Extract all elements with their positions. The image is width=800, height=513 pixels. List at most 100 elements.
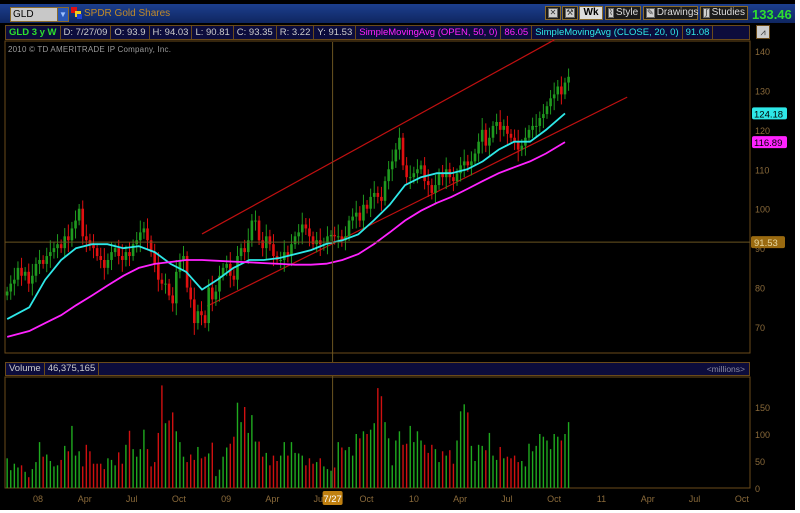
volume-bar — [211, 442, 213, 488]
candle-body — [157, 263, 160, 280]
candle-body — [358, 212, 362, 221]
candle-body — [419, 165, 423, 170]
candle-body — [121, 256, 124, 260]
volume-bar — [560, 440, 563, 488]
volume-bar — [445, 455, 447, 488]
volume-bar — [434, 449, 437, 488]
volume-bar — [276, 461, 278, 488]
volume-bar — [74, 455, 77, 488]
volume-bar — [64, 445, 66, 488]
volume-bar — [463, 404, 465, 488]
candle-body — [192, 299, 196, 324]
candle-body — [236, 256, 239, 280]
volume-bar — [405, 443, 408, 488]
date-tick-label: 09 — [221, 494, 231, 504]
volume-bar — [49, 461, 52, 488]
volume-bar — [132, 449, 134, 488]
volume-bar — [204, 456, 206, 488]
volume-bar — [71, 425, 73, 488]
volume-bar — [474, 461, 476, 488]
volume-bar — [351, 455, 354, 488]
chart-window: GLD ▼ SPDR Gold Shares ✕ ⚒ Wk ⌇ Style ✎ Dr… — [0, 0, 795, 510]
volume-bar — [373, 423, 375, 488]
candle-body — [506, 125, 509, 134]
candle-body — [408, 177, 412, 179]
volume-bar — [154, 462, 156, 488]
volume-bar — [269, 465, 271, 488]
date-tick-label: 11 — [597, 494, 606, 504]
volume-bar — [110, 459, 113, 488]
volume-bar — [89, 451, 91, 488]
volume-bar — [517, 462, 519, 488]
candle-body — [484, 129, 488, 146]
volume-bar — [294, 452, 296, 488]
candle-body — [27, 271, 31, 284]
volume-bar — [348, 446, 350, 488]
volume-bar — [301, 455, 303, 488]
candle-body — [232, 275, 236, 280]
volume-bar — [186, 462, 188, 488]
volume-bar — [28, 477, 30, 488]
volume-bar — [528, 443, 530, 488]
price-tick-label: 120 — [755, 126, 770, 136]
candle-body — [171, 295, 175, 304]
volume-bar — [157, 432, 160, 488]
volume-bar — [470, 445, 473, 488]
candle-body — [210, 287, 214, 300]
volume-bar — [175, 431, 177, 488]
copyright-text: 2010 © TD AMERITRADE IP Company, Inc. — [8, 45, 172, 54]
candle-body — [139, 232, 142, 241]
volume-bar — [557, 436, 559, 488]
volume-bar — [553, 434, 555, 488]
volume-bar — [82, 466, 84, 488]
candle-body — [67, 236, 70, 241]
price-tick-label: 80 — [755, 284, 765, 294]
volume-bar — [13, 463, 16, 488]
candle-body — [9, 283, 13, 292]
volume-bar — [423, 444, 426, 488]
candle-body — [34, 263, 38, 276]
volume-bar — [312, 463, 314, 488]
volume-bar — [143, 429, 145, 488]
volume-bar — [359, 438, 361, 488]
candle-body — [401, 137, 405, 166]
volume-bar — [481, 445, 483, 488]
volume-bar — [179, 442, 181, 488]
volume-bar — [341, 447, 343, 488]
volume-tick-label: 100 — [755, 430, 770, 440]
date-tick-label: Oct — [360, 494, 375, 504]
volume-bar — [247, 432, 249, 488]
candle-body — [189, 287, 192, 300]
volume-bar — [125, 444, 127, 488]
volume-bar — [114, 465, 116, 488]
candle-body — [423, 165, 426, 182]
volume-bar — [225, 447, 228, 488]
volume-bar — [413, 442, 415, 488]
volume-bar — [549, 449, 552, 488]
crosshair-date-text: 7/27 — [323, 494, 342, 505]
volume-bar — [337, 442, 339, 488]
volume-bar — [326, 469, 329, 488]
candle-body — [13, 279, 16, 284]
volume-bar — [492, 455, 494, 488]
volume-bar — [200, 458, 203, 488]
date-tick-label: Oct — [735, 494, 750, 504]
candle-body — [41, 259, 45, 264]
date-tick-label: Apr — [453, 494, 467, 504]
chart-canvas[interactable]: 124.18116.897080901001101201301400501001… — [0, 0, 800, 513]
volume-bar — [485, 450, 487, 488]
candle-body — [128, 252, 131, 257]
candle-body — [164, 283, 167, 285]
candle-body — [527, 129, 531, 138]
volume-bar — [254, 441, 257, 488]
candle-body — [167, 283, 171, 296]
volume-label: Volume — [6, 363, 45, 375]
candle-body — [491, 125, 495, 138]
volume-bar — [449, 450, 451, 488]
volume-bar — [344, 450, 347, 488]
candle-body — [239, 248, 243, 257]
candle-body — [146, 228, 149, 241]
volume-bar — [409, 425, 411, 488]
candle-body — [376, 192, 380, 197]
volume-bar — [546, 440, 548, 488]
